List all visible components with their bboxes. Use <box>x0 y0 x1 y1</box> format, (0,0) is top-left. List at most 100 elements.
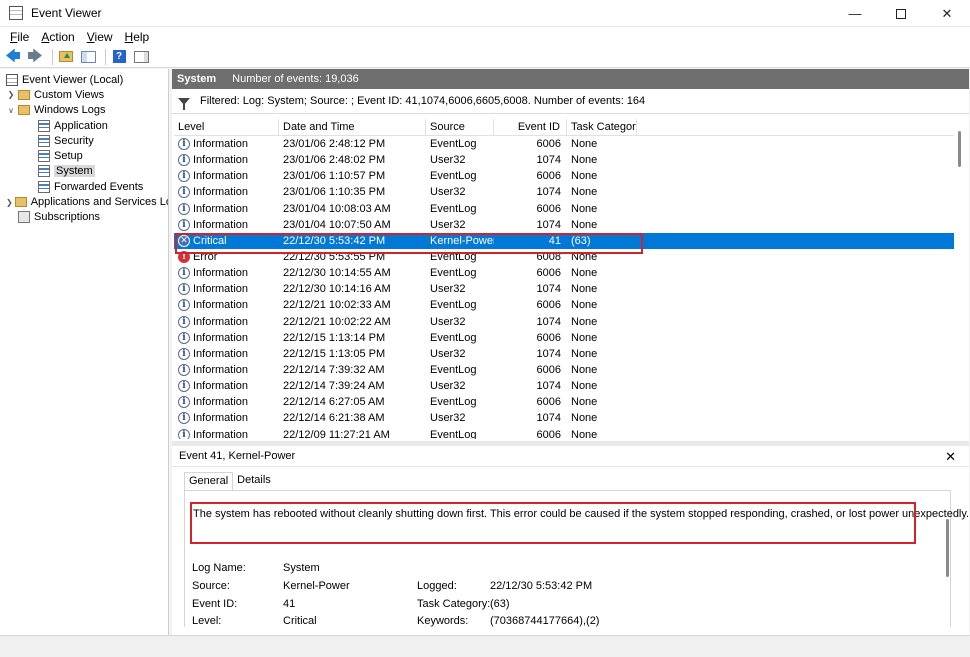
cell-level: iInformation <box>174 394 279 410</box>
cell-level: iInformation <box>174 168 279 184</box>
forward-button[interactable]: 🡆 <box>26 48 44 66</box>
chevron-right-icon[interactable]: ❯ <box>6 198 13 207</box>
tab-details[interactable]: Details <box>233 472 275 491</box>
cell-date-time: 22/12/21 10:02:22 AM <box>279 314 426 330</box>
cell-event-id: 1074 <box>494 314 567 330</box>
table-row[interactable]: iInformation22/12/21 10:02:33 AMEventLog… <box>174 297 957 313</box>
table-row[interactable]: iInformation23/01/06 1:10:35 PMUser32107… <box>174 184 957 200</box>
table-row[interactable]: iInformation22/12/14 6:21:38 AMUser32107… <box>174 410 957 426</box>
tree-item-application[interactable]: Application <box>0 118 168 133</box>
cell-event-id: 6006 <box>494 168 567 184</box>
show-hide-console-tree-button[interactable] <box>79 48 97 66</box>
toolbar-separator <box>105 49 106 65</box>
tree-item-windows-logs[interactable]: ∨ Windows Logs <box>0 103 168 118</box>
table-row[interactable]: iInformation22/12/14 7:39:32 AMEventLog6… <box>174 362 957 378</box>
help-button[interactable]: ? <box>110 48 128 66</box>
cell-event-id: 41 <box>494 233 567 249</box>
level-label: Level: <box>192 615 221 627</box>
table-row[interactable]: iInformation22/12/15 1:13:14 PMEventLog6… <box>174 330 957 346</box>
table-row[interactable]: iInformation23/01/04 10:08:03 AMEventLog… <box>174 201 957 217</box>
filter-bar: Filtered: Log: System; Source: ; Event I… <box>172 89 969 114</box>
table-row[interactable]: iInformation22/12/14 6:27:05 AMEventLog6… <box>174 394 957 410</box>
tree-item-system[interactable]: System <box>0 164 168 179</box>
cell-task-category: None <box>567 217 637 233</box>
cell-source: EventLog <box>426 136 494 152</box>
column-source[interactable]: Source <box>426 119 494 135</box>
cell-event-id: 1074 <box>494 378 567 394</box>
level-text: Information <box>193 138 248 150</box>
table-row[interactable]: iInformation23/01/06 2:48:12 PMEventLog6… <box>174 136 957 152</box>
information-icon: i <box>178 267 190 279</box>
table-row[interactable]: !Error22/12/30 5:53:55 PMEventLog6008Non… <box>174 249 957 265</box>
table-row[interactable]: iInformation22/12/30 10:14:55 AMEventLog… <box>174 265 957 281</box>
tree-label: Applications and Services Lo <box>31 196 169 208</box>
cell-event-id: 6006 <box>494 201 567 217</box>
tree-label: Forwarded Events <box>54 181 143 193</box>
tree-label: Subscriptions <box>34 211 100 223</box>
close-button[interactable]: ✕ <box>924 0 970 27</box>
tree-label: Event Viewer (Local) <box>22 74 123 86</box>
minimize-button[interactable]: — <box>832 0 878 27</box>
maximize-button[interactable] <box>878 0 924 27</box>
menu-action-label: ction <box>49 30 74 44</box>
show-hide-action-pane-button[interactable] <box>132 48 150 66</box>
table-row[interactable]: iInformation22/12/30 10:14:16 AMUser3210… <box>174 281 957 297</box>
cell-event-id: 6006 <box>494 362 567 378</box>
information-icon: i <box>178 154 190 166</box>
chevron-right-icon[interactable]: ❯ <box>6 90 16 99</box>
cell-level: iInformation <box>174 378 279 394</box>
cell-source: EventLog <box>426 330 494 346</box>
tree-item-applications-and-services[interactable]: ❯ Applications and Services Lo <box>0 194 168 209</box>
level-text: Information <box>193 429 248 439</box>
menu-view[interactable]: View <box>81 30 119 44</box>
table-row[interactable]: iInformation23/01/06 2:48:02 PMUser32107… <box>174 152 957 168</box>
menu-action[interactable]: Action <box>35 30 80 44</box>
close-detail-icon[interactable]: ✕ <box>945 449 956 465</box>
cell-level: iInformation <box>174 410 279 426</box>
cell-date-time: 23/01/06 1:10:35 PM <box>279 184 426 200</box>
menu-help[interactable]: Help <box>119 30 156 44</box>
level-text: Error <box>193 251 217 263</box>
cell-level: iInformation <box>174 217 279 233</box>
up-one-level-button[interactable] <box>57 48 75 66</box>
table-row[interactable]: iInformation23/01/04 10:07:50 AMUser3210… <box>174 217 957 233</box>
tab-general[interactable]: General <box>184 472 233 491</box>
information-icon: i <box>178 348 190 360</box>
detail-scrollbar-thumb[interactable] <box>946 519 949 577</box>
chevron-down-icon[interactable]: ∨ <box>6 106 16 115</box>
column-level[interactable]: Level <box>174 119 279 135</box>
cell-level: iInformation <box>174 346 279 362</box>
table-row[interactable]: iInformation22/12/21 10:02:22 AMUser3210… <box>174 314 957 330</box>
tree-item-event-viewer-local[interactable]: Event Viewer (Local) <box>0 72 168 87</box>
table-row[interactable]: iInformation22/12/09 11:27:21 AMEventLog… <box>174 427 957 439</box>
table-row[interactable]: ✕Critical22/12/30 5:53:42 PMKernel-Power… <box>174 233 957 249</box>
scrollbar-thumb[interactable] <box>958 131 961 167</box>
information-icon: i <box>178 283 190 295</box>
cell-source: EventLog <box>426 201 494 217</box>
back-button[interactable]: 🡄 <box>4 48 22 66</box>
cell-level: iInformation <box>174 281 279 297</box>
tree-item-forwarded-events[interactable]: Forwarded Events <box>0 179 168 194</box>
tree-item-subscriptions[interactable]: Subscriptions <box>0 210 168 225</box>
subscriptions-icon <box>18 211 30 223</box>
column-event-id[interactable]: Event ID <box>494 119 567 135</box>
detail-title: Event 41, Kernel-Power <box>172 446 969 467</box>
tree-label: Windows Logs <box>34 104 106 116</box>
tree-item-security[interactable]: Security <box>0 133 168 148</box>
tree-item-setup[interactable]: Setup <box>0 148 168 163</box>
table-row[interactable]: iInformation23/01/06 1:10:57 PMEventLog6… <box>174 168 957 184</box>
level-text: Information <box>193 412 248 424</box>
column-date-time[interactable]: Date and Time <box>279 119 426 135</box>
tree-item-custom-views[interactable]: ❯ Custom Views <box>0 87 168 102</box>
menu-file[interactable]: File <box>4 30 35 44</box>
toolbar-separator <box>52 49 53 65</box>
cell-task-category: None <box>567 265 637 281</box>
table-row[interactable]: iInformation22/12/15 1:13:05 PMUser32107… <box>174 346 957 362</box>
events-scrollbar[interactable] <box>954 119 968 439</box>
detail-tabs: General Details <box>184 472 275 491</box>
cell-source: EventLog <box>426 168 494 184</box>
table-row[interactable]: iInformation22/12/14 7:39:24 AMUser32107… <box>174 378 957 394</box>
cell-level: iInformation <box>174 427 279 439</box>
cell-level: iInformation <box>174 152 279 168</box>
column-task-category[interactable]: Task Category <box>567 119 637 135</box>
